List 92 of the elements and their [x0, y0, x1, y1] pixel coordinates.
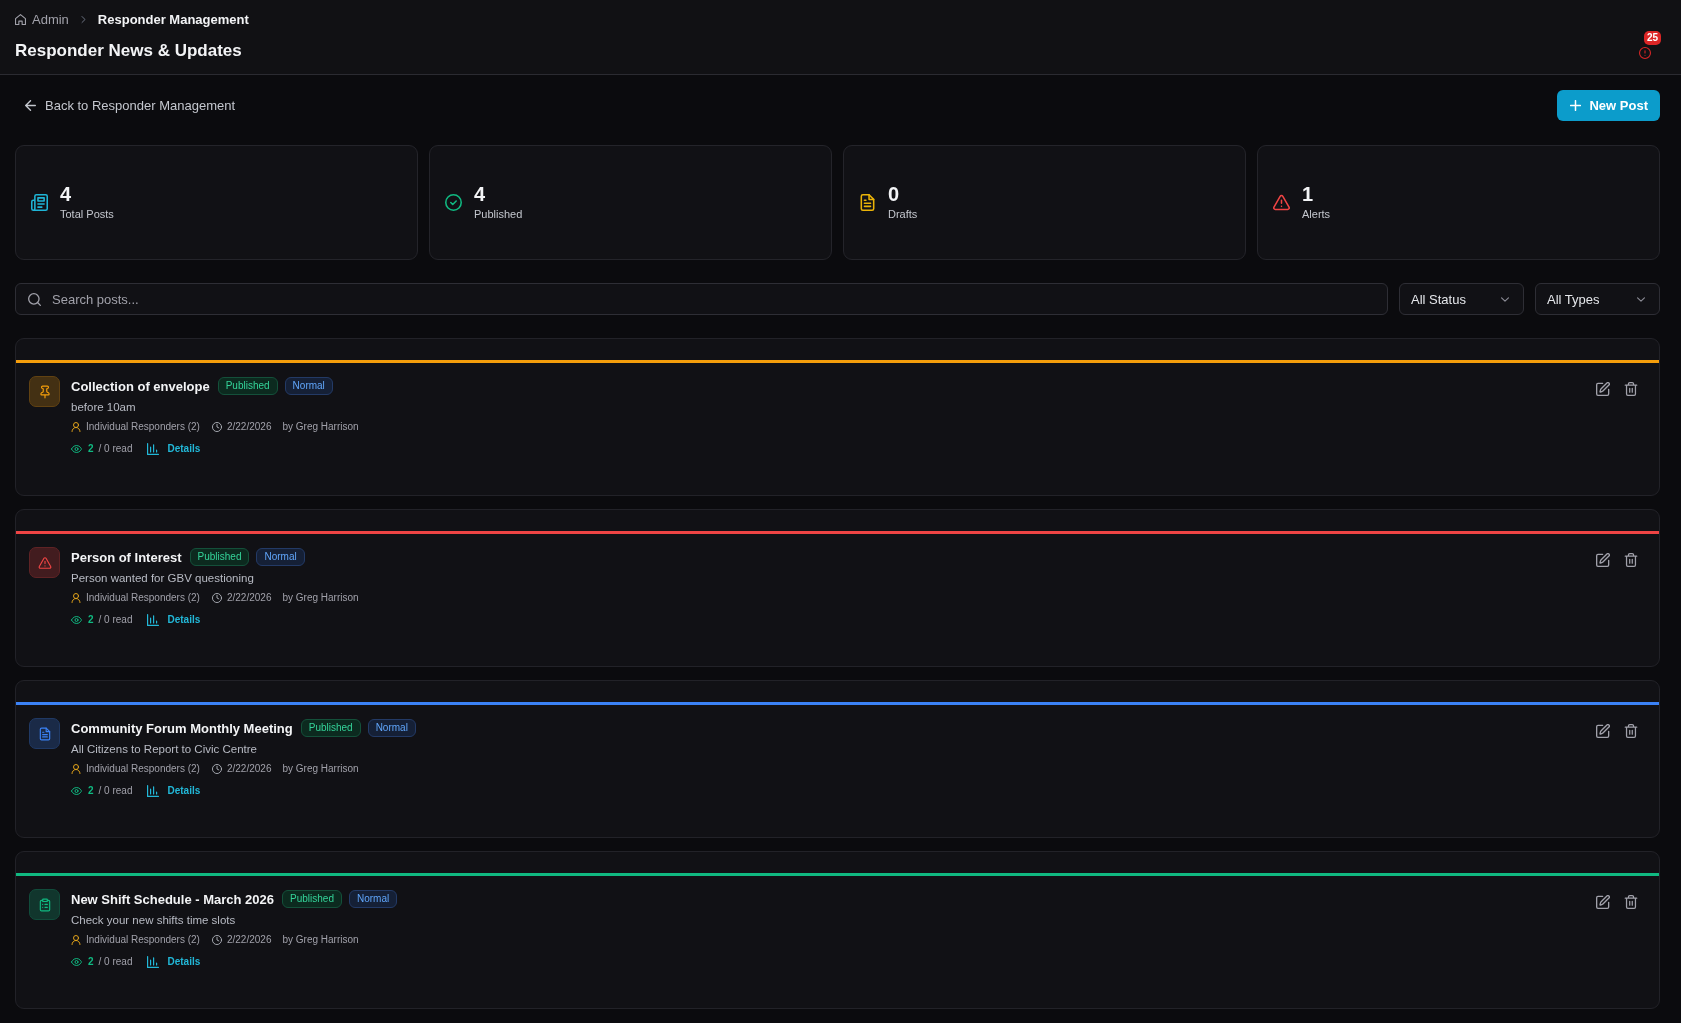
- view-count: 2: [88, 784, 94, 798]
- read-count: / 0 read: [98, 784, 133, 798]
- post-title: New Shift Schedule - March 2026: [71, 891, 274, 907]
- document-icon: [29, 718, 60, 749]
- post-author: by Greg Harrison: [282, 933, 359, 947]
- search-field[interactable]: Search posts...: [15, 283, 1388, 315]
- edit-icon[interactable]: [1596, 724, 1610, 738]
- bar-chart-icon: [147, 956, 160, 968]
- stat-label: Alerts: [1302, 207, 1331, 222]
- post-date: 2/22/2026: [226, 420, 272, 434]
- stat-label: Drafts: [888, 207, 918, 222]
- post-title: Collection of envelope: [71, 378, 210, 394]
- post-author: by Greg Harrison: [282, 762, 359, 776]
- edit-icon[interactable]: [1596, 382, 1610, 396]
- post-summary: before 10am: [71, 400, 136, 415]
- filter-dropdown[interactable]: All Types: [1535, 283, 1660, 315]
- stat-value: 4: [60, 183, 72, 205]
- view-count: 2: [88, 955, 94, 969]
- view-count: 2: [88, 442, 94, 456]
- audience-text: Individual Responders (2): [86, 591, 200, 605]
- home-icon: [15, 13, 26, 25]
- priority-badge: Normal: [284, 377, 333, 395]
- clock-icon: [211, 593, 222, 603]
- breadcrumb-current: Responder Management: [97, 11, 249, 27]
- plus-icon: [1570, 100, 1582, 111]
- chevron-down-icon: [1637, 296, 1645, 302]
- details-link[interactable]: Details: [147, 954, 201, 970]
- priority-badge: Normal: [367, 719, 416, 737]
- status-badge: Published: [217, 377, 278, 395]
- back-link[interactable]: Back to Responder Management: [15, 94, 244, 117]
- arrow-left-icon: [25, 100, 36, 111]
- clock-icon: [211, 422, 222, 432]
- stat-value: 4: [474, 183, 486, 205]
- notification-badge: 25: [1644, 31, 1662, 45]
- trash-icon[interactable]: [1624, 724, 1638, 738]
- eye-icon: [71, 958, 82, 966]
- priority-badge: Normal: [348, 890, 398, 908]
- audience-text: Individual Responders (2): [86, 933, 200, 947]
- stat-label: Total Posts: [60, 207, 114, 222]
- view-count: 2: [88, 613, 94, 627]
- bar-chart-icon: [147, 785, 160, 797]
- alert-circle-icon[interactable]: [1639, 47, 1651, 59]
- bar-chart-icon: [147, 614, 160, 626]
- breadcrumb-link[interactable]: Admin: [32, 11, 69, 27]
- post-title: Community Forum Monthly Meeting: [71, 720, 293, 736]
- details-link[interactable]: Details: [147, 441, 201, 457]
- audience-text: Individual Responders (2): [86, 420, 200, 434]
- person-icon: [71, 593, 81, 603]
- bar-chart-icon: [147, 443, 160, 455]
- post-author: by Greg Harrison: [282, 591, 359, 605]
- post-summary: All Citizens to Report to Civic Centre: [71, 742, 257, 757]
- pushpin-icon: [29, 376, 60, 407]
- warning-icon: [29, 547, 60, 578]
- person-icon: [71, 764, 81, 774]
- audience-text: Individual Responders (2): [86, 762, 200, 776]
- priority-badge: Normal: [256, 548, 305, 566]
- post-summary: Person wanted for GBV questioning: [71, 571, 254, 586]
- chevron-right-icon: [80, 14, 86, 24]
- trash-icon[interactable]: [1624, 553, 1638, 567]
- person-icon: [71, 422, 81, 432]
- trash-icon[interactable]: [1624, 382, 1638, 396]
- details-link[interactable]: Details: [147, 783, 201, 799]
- eye-icon: [71, 787, 82, 795]
- clock-icon: [211, 935, 222, 945]
- post-summary: Check your new shifts time slots: [71, 913, 236, 928]
- trash-icon[interactable]: [1624, 895, 1638, 909]
- edit-icon[interactable]: [1596, 895, 1610, 909]
- clock-icon: [211, 764, 222, 774]
- stat-value: 0: [888, 183, 900, 205]
- eye-icon: [71, 445, 82, 453]
- search-icon: [28, 292, 41, 306]
- post-author: by Greg Harrison: [282, 420, 359, 434]
- stat-label: Published: [474, 207, 523, 222]
- clipboard-icon: [29, 889, 60, 920]
- status-badge: Published: [282, 890, 342, 908]
- eye-icon: [71, 616, 82, 624]
- status-badge: Published: [300, 719, 361, 737]
- post-date: 2/22/2026: [226, 762, 272, 776]
- stat-value: 1: [1302, 183, 1314, 205]
- person-icon: [71, 935, 81, 945]
- read-count: / 0 read: [98, 955, 133, 969]
- page-title: Responder News & Updates: [15, 40, 243, 62]
- read-count: / 0 read: [98, 613, 133, 627]
- details-link[interactable]: Details: [147, 612, 201, 628]
- post-title: Person of Interest: [71, 549, 182, 565]
- status-badge: Published: [189, 548, 250, 566]
- edit-icon[interactable]: [1596, 553, 1610, 567]
- post-date: 2/22/2026: [226, 591, 272, 605]
- filter-dropdown[interactable]: All Status: [1399, 283, 1524, 315]
- post-date: 2/22/2026: [226, 933, 272, 947]
- read-count: / 0 read: [98, 442, 133, 456]
- chevron-down-icon: [1501, 296, 1509, 302]
